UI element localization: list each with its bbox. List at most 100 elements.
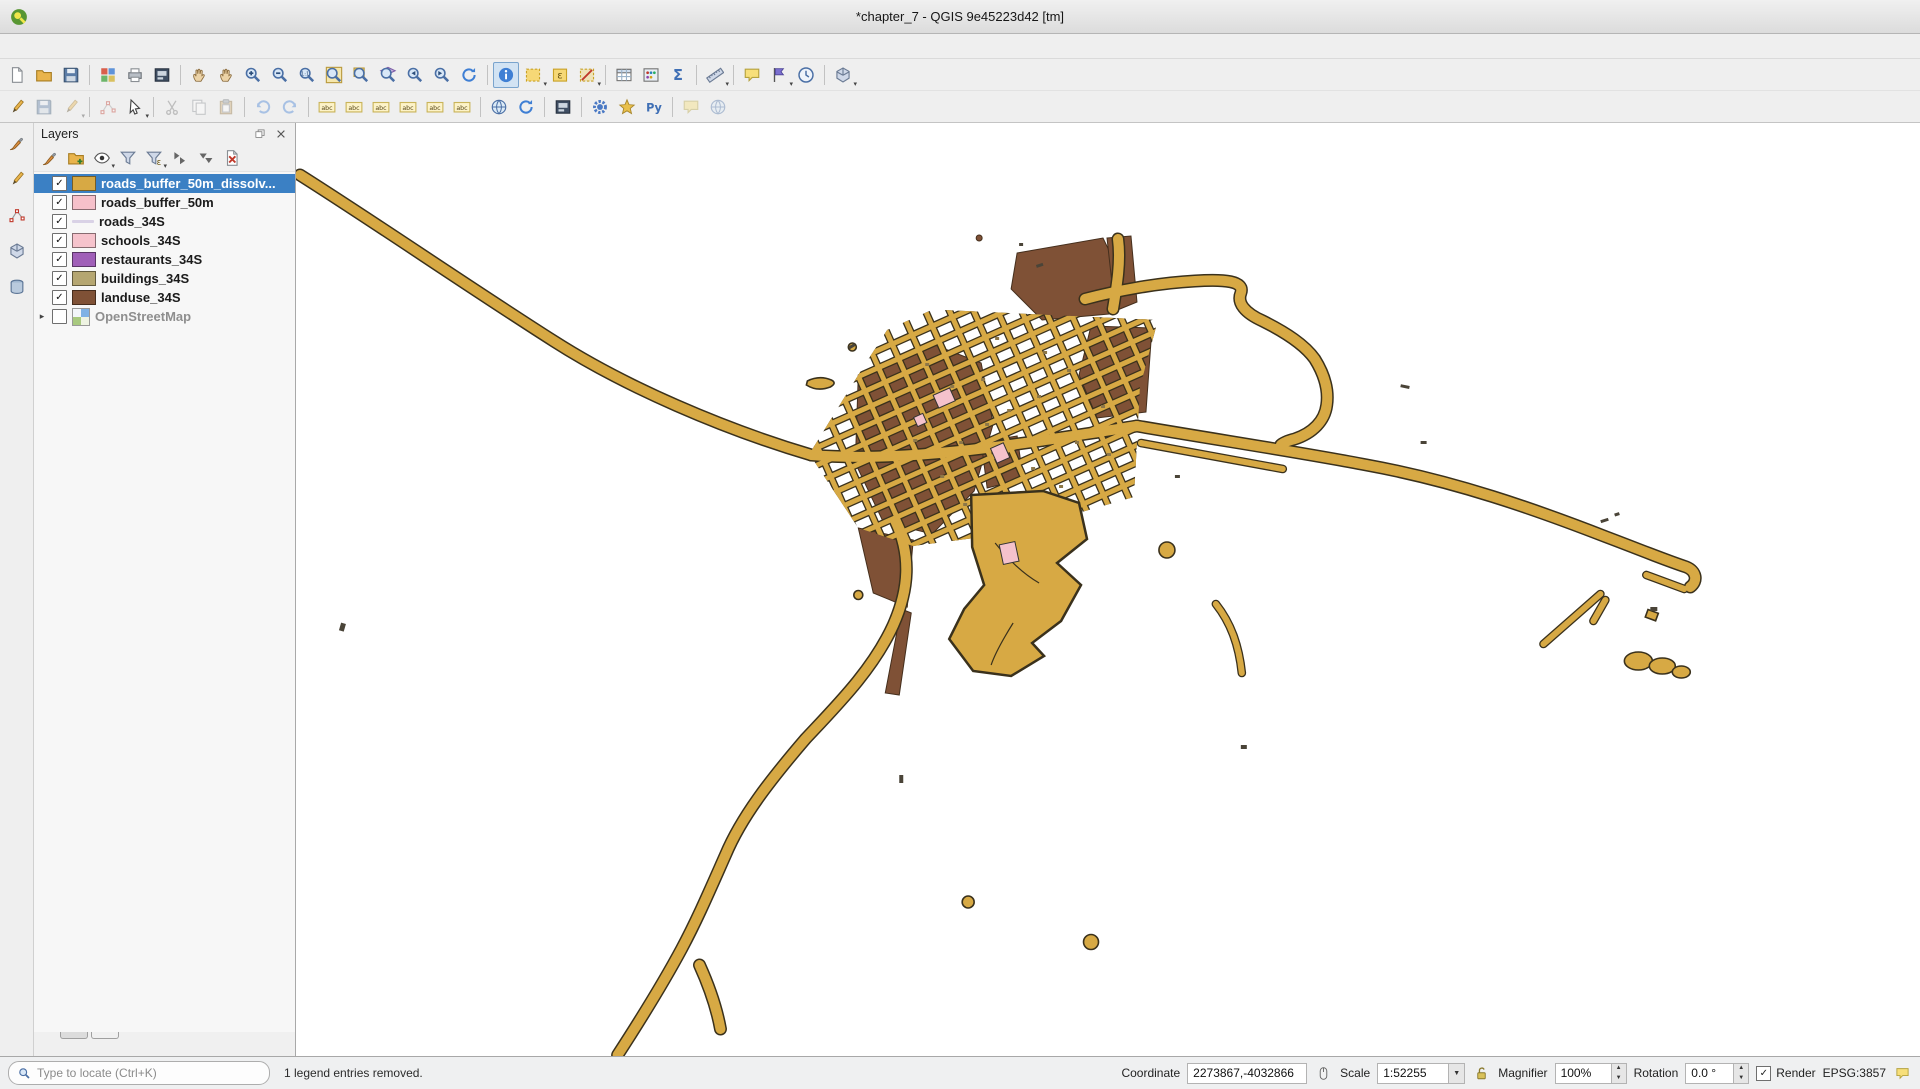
menu-processing[interactable]: [208, 43, 226, 49]
select-features-button[interactable]: ▾: [520, 62, 546, 88]
crs-status[interactable]: EPSG:3857: [1823, 1066, 1886, 1080]
save-layer-edits-button[interactable]: ▾: [31, 94, 57, 120]
map-canvas[interactable]: [296, 123, 1920, 1056]
plugin-button-1[interactable]: ▾: [678, 94, 704, 120]
layer-visibility-checkbox[interactable]: [52, 290, 67, 305]
identify-features-button[interactable]: ▾: [493, 62, 519, 88]
layer-visibility-checkbox[interactable]: [52, 271, 67, 286]
zoom-to-selection-button[interactable]: ▾: [348, 62, 374, 88]
python-console-button[interactable]: ▾: [641, 94, 667, 120]
open-labeling-button[interactable]: ▾: [314, 94, 340, 120]
menu-plugins[interactable]: [108, 43, 126, 49]
open-attribute-table-button[interactable]: ▾: [611, 62, 637, 88]
tab-layers[interactable]: [91, 1032, 119, 1039]
copy-features-button[interactable]: ▾: [186, 94, 212, 120]
magnifier-spinbox[interactable]: 100% ▲▼: [1555, 1063, 1627, 1084]
panel-float-button[interactable]: [253, 127, 267, 141]
deselect-features-button[interactable]: ▾: [574, 62, 600, 88]
expander-icon[interactable]: ▸: [37, 311, 47, 322]
layer-roads-buffer-50m[interactable]: ▸ roads_buffer_50m: [34, 193, 295, 212]
paste-features-button[interactable]: ▾: [213, 94, 239, 120]
layer-buildings-34s[interactable]: ▸ buildings_34S: [34, 269, 295, 288]
field-calculator-button[interactable]: ▾: [638, 62, 664, 88]
dock-digitizing-icon[interactable]: [5, 167, 29, 191]
zoom-to-layer-button[interactable]: ▾: [375, 62, 401, 88]
open-diagram-button[interactable]: ▾: [341, 94, 367, 120]
toggle-editing-button[interactable]: ▾: [4, 94, 30, 120]
zoom-last-button[interactable]: ▾: [402, 62, 428, 88]
pan-map-button[interactable]: ▾: [186, 62, 212, 88]
dock-vertex-editor-icon[interactable]: [5, 203, 29, 227]
move-label-button[interactable]: ▾: [395, 94, 421, 120]
measure-button[interactable]: ▾: [702, 62, 728, 88]
change-label-button[interactable]: ▾: [449, 94, 475, 120]
minimize-button[interactable]: [1812, 6, 1842, 28]
layer-schools-34s[interactable]: ▸ schools_34S: [34, 231, 295, 250]
filter-by-expression-button[interactable]: ▾: [142, 146, 166, 170]
layer-visibility-checkbox[interactable]: [52, 195, 67, 210]
menu-settings[interactable]: [88, 43, 106, 49]
cut-features-button[interactable]: ▾: [159, 94, 185, 120]
new-bookmark-button[interactable]: ▾: [766, 62, 792, 88]
collapse-all-button[interactable]: ▾: [194, 146, 218, 170]
zoom-native-button[interactable]: ▾: [294, 62, 320, 88]
dock-layer-styling-icon[interactable]: [5, 131, 29, 155]
temporal-controller-button[interactable]: ▾: [793, 62, 819, 88]
dock-data-icon[interactable]: [5, 275, 29, 299]
redo-button[interactable]: ▾: [277, 94, 303, 120]
menu-view[interactable]: [48, 43, 66, 49]
layer-visibility-checkbox[interactable]: [52, 214, 67, 229]
tab-browser[interactable]: [60, 1032, 88, 1039]
layer-visibility-checkbox[interactable]: [52, 252, 67, 267]
menu-help[interactable]: [228, 43, 246, 49]
vertex-tool-button[interactable]: ▾: [122, 94, 148, 120]
scale-combo[interactable]: 1:52255 ▼: [1377, 1063, 1465, 1084]
save-project-button[interactable]: ▾: [58, 62, 84, 88]
new-print-layout-button[interactable]: ▾: [122, 62, 148, 88]
layer-roads-34s[interactable]: ▸ roads_34S: [34, 212, 295, 231]
model-designer-button[interactable]: ▾: [614, 94, 640, 120]
open-project-button[interactable]: ▾: [31, 62, 57, 88]
dock-3d-icon[interactable]: [5, 239, 29, 263]
map-tips-button[interactable]: ▾: [739, 62, 765, 88]
menu-layer[interactable]: [68, 43, 86, 49]
refresh-map-button[interactable]: ▾: [456, 62, 482, 88]
menu-project[interactable]: [8, 43, 26, 49]
style-manager-button[interactable]: ▾: [95, 62, 121, 88]
highlight-labels-button[interactable]: ▾: [368, 94, 394, 120]
manage-map-themes-button[interactable]: ▾: [90, 146, 114, 170]
menu-edit[interactable]: [28, 43, 46, 49]
undo-button[interactable]: ▾: [250, 94, 276, 120]
layer-openstreetmap[interactable]: ▸ OpenStreetMap: [34, 307, 295, 326]
open-layer-styling-button[interactable]: ▾: [38, 146, 62, 170]
menu-vector[interactable]: [128, 43, 146, 49]
rotate-label-button[interactable]: ▾: [422, 94, 448, 120]
layer-visibility-checkbox[interactable]: [52, 233, 67, 248]
new-3d-map-button[interactable]: ▾: [830, 62, 856, 88]
menu-database[interactable]: [168, 43, 186, 49]
menu-raster[interactable]: [148, 43, 166, 49]
zoom-next-button[interactable]: ▾: [429, 62, 455, 88]
filter-legend-button[interactable]: ▾: [116, 146, 140, 170]
remove-layer-button[interactable]: ▾: [220, 146, 244, 170]
layer-visibility-checkbox[interactable]: [52, 176, 67, 191]
layer-roads-buffer-50m-dissolved[interactable]: ▸ roads_buffer_50m_dissolv...: [34, 174, 295, 193]
expand-all-button[interactable]: ▾: [168, 146, 192, 170]
add-feature-button[interactable]: ▾: [95, 94, 121, 120]
new-project-button[interactable]: ▾: [4, 62, 30, 88]
rotation-spinbox[interactable]: 0.0 ° ▲▼: [1685, 1063, 1749, 1084]
locate-search-input[interactable]: Type to locate (Ctrl+K): [8, 1061, 270, 1085]
zoom-in-button[interactable]: ▾: [240, 62, 266, 88]
select-by-expression-button[interactable]: ▾: [547, 62, 573, 88]
osm-download-button[interactable]: ▾: [513, 94, 539, 120]
print-composer-button[interactable]: ▾: [550, 94, 576, 120]
coordinate-input[interactable]: 2273867,-4032866: [1187, 1063, 1307, 1084]
pan-to-selection-button[interactable]: ▾: [213, 62, 239, 88]
layer-visibility-checkbox[interactable]: [52, 309, 67, 324]
render-checkbox[interactable]: Render: [1756, 1066, 1815, 1081]
close-button[interactable]: [1880, 6, 1910, 28]
layer-restaurants-34s[interactable]: ▸ restaurants_34S: [34, 250, 295, 269]
statistical-summary-button[interactable]: ▾: [665, 62, 691, 88]
plugin-button-2[interactable]: ▾: [705, 94, 731, 120]
show-layout-manager-button[interactable]: ▾: [149, 62, 175, 88]
